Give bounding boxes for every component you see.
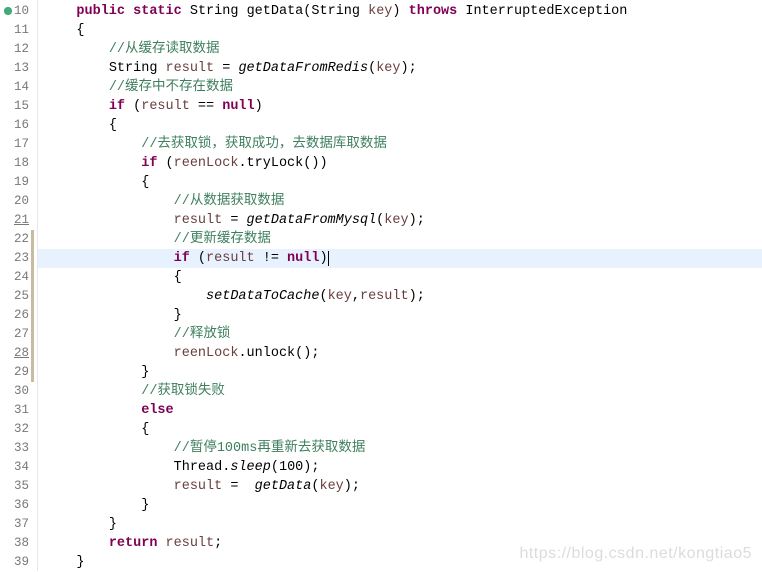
- line-number: 34: [0, 458, 37, 477]
- override-marker-icon: [2, 5, 14, 17]
- line-number: 22: [0, 230, 37, 249]
- code-line: //缓存中不存在数据: [38, 78, 762, 97]
- line-number: 29: [0, 363, 37, 382]
- code-area[interactable]: public static String getData(String key)…: [38, 0, 762, 571]
- code-line: //获取锁失败: [38, 382, 762, 401]
- code-line: {: [38, 173, 762, 192]
- code-line: if (reenLock.tryLock()): [38, 154, 762, 173]
- code-line-highlighted: if (result != null): [38, 249, 762, 268]
- code-line: }: [38, 496, 762, 515]
- code-editor: 1011121314151617181920212223242526272829…: [0, 0, 762, 571]
- line-number: 23: [0, 249, 37, 268]
- code-line: else: [38, 401, 762, 420]
- code-line: {: [38, 116, 762, 135]
- line-number: 27: [0, 325, 37, 344]
- line-number: 26: [0, 306, 37, 325]
- code-line: {: [38, 420, 762, 439]
- line-number: 30: [0, 382, 37, 401]
- code-line: {: [38, 21, 762, 40]
- line-number: 13: [0, 59, 37, 78]
- code-line: }: [38, 306, 762, 325]
- line-number: 33: [0, 439, 37, 458]
- code-line: public static String getData(String key)…: [38, 2, 762, 21]
- code-line: //释放锁: [38, 325, 762, 344]
- code-line: {: [38, 268, 762, 287]
- code-line: result = getDataFromMysql(key);: [38, 211, 762, 230]
- line-number: 32: [0, 420, 37, 439]
- line-number: 18: [0, 154, 37, 173]
- text-cursor: ): [319, 251, 328, 266]
- code-line: }: [38, 553, 762, 572]
- code-line: }: [38, 515, 762, 534]
- line-number: 31: [0, 401, 37, 420]
- line-number: 14: [0, 78, 37, 97]
- code-line: //从缓存读取数据: [38, 40, 762, 59]
- line-number: 25: [0, 287, 37, 306]
- line-number: 38: [0, 534, 37, 553]
- code-line: setDataToCache(key,result);: [38, 287, 762, 306]
- line-number-gutter: 1011121314151617181920212223242526272829…: [0, 0, 38, 571]
- line-number: 16: [0, 116, 37, 135]
- line-number: 19: [0, 173, 37, 192]
- code-line: //暂停100ms再重新去获取数据: [38, 439, 762, 458]
- code-line: String result = getDataFromRedis(key);: [38, 59, 762, 78]
- code-line: Thread.sleep(100);: [38, 458, 762, 477]
- code-line: if (result == null): [38, 97, 762, 116]
- line-number: 15: [0, 97, 37, 116]
- code-line: reenLock.unlock();: [38, 344, 762, 363]
- code-line: //去获取锁，获取成功，去数据库取数据: [38, 135, 762, 154]
- line-number: 35: [0, 477, 37, 496]
- code-line: return result;: [38, 534, 762, 553]
- code-line: //更新缓存数据: [38, 230, 762, 249]
- code-line: }: [38, 363, 762, 382]
- code-line: //从数据获取数据: [38, 192, 762, 211]
- line-number: 39: [0, 553, 37, 572]
- code-line: result = getData(key);: [38, 477, 762, 496]
- line-number: 28: [0, 344, 37, 363]
- line-number: 10: [0, 2, 37, 21]
- line-number: 21: [0, 211, 37, 230]
- line-number: 24: [0, 268, 37, 287]
- line-number: 36: [0, 496, 37, 515]
- line-number: 11: [0, 21, 37, 40]
- line-number: 17: [0, 135, 37, 154]
- line-number: 37: [0, 515, 37, 534]
- line-number: 20: [0, 192, 37, 211]
- line-number: 12: [0, 40, 37, 59]
